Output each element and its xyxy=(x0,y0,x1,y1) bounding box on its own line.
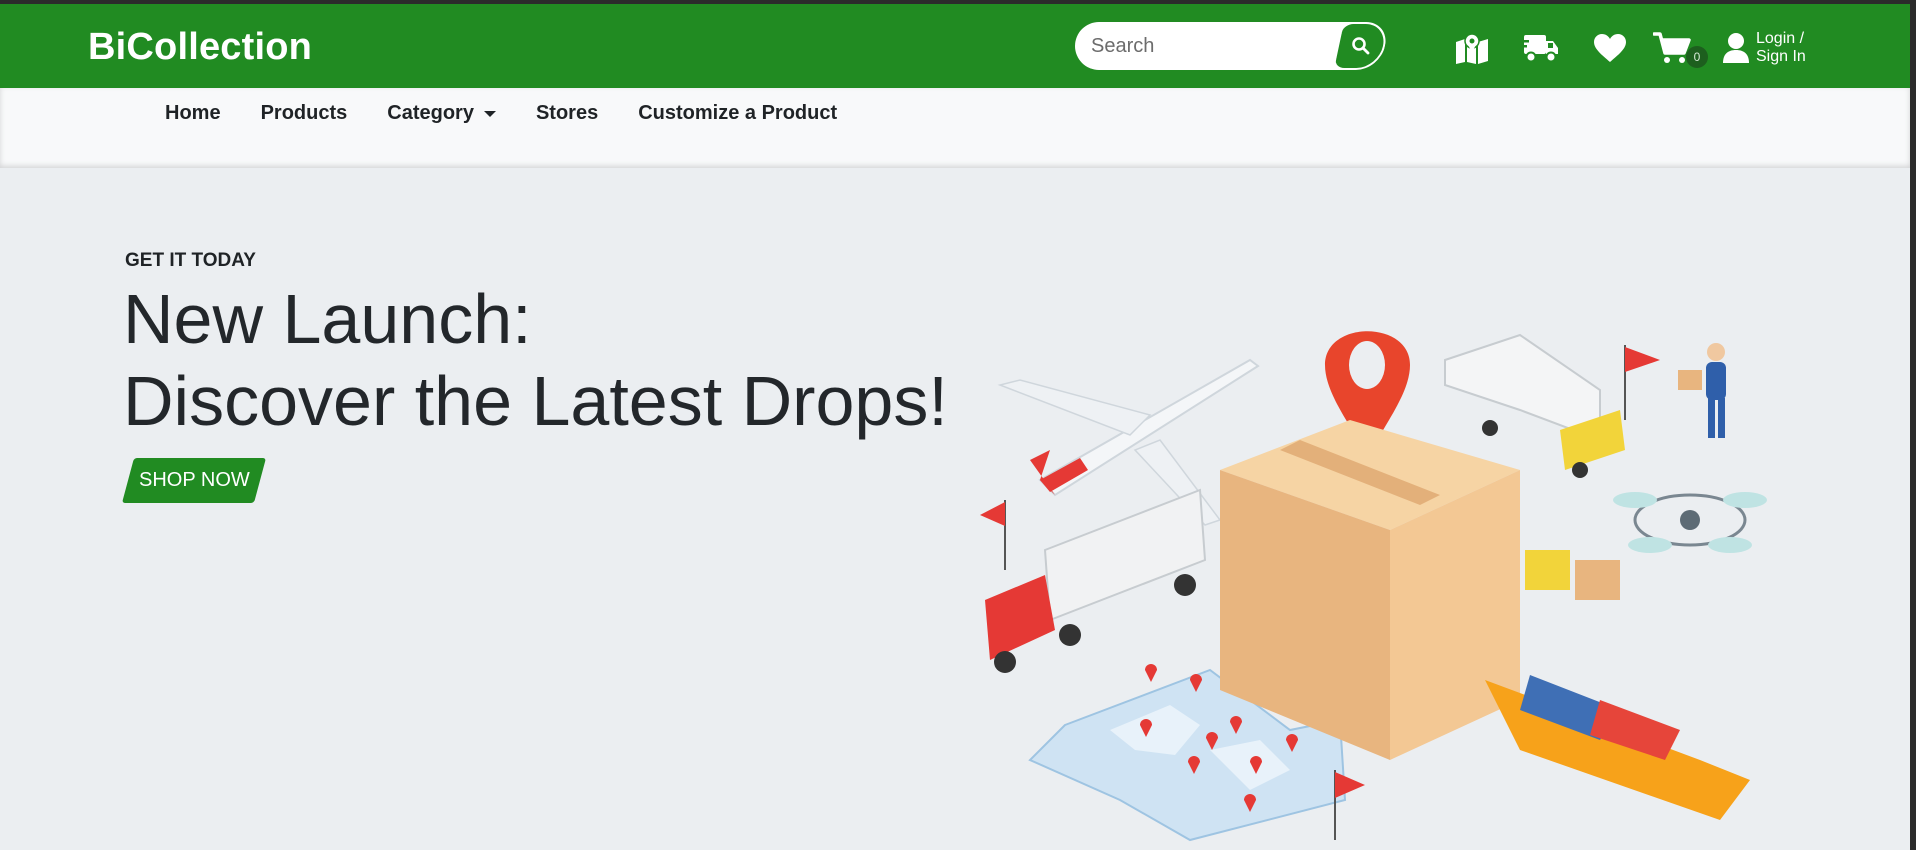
airplane-graphic xyxy=(997,358,1260,526)
nav-item-category-label: Category xyxy=(387,102,474,124)
drone-graphic xyxy=(1613,492,1767,553)
nav-item-home[interactable]: Home xyxy=(165,102,221,125)
login-signin-link[interactable]: Login / Sign In xyxy=(1722,30,1816,66)
hero-headline-line2: Discover the Latest Drops! xyxy=(123,362,948,440)
caret-down-icon xyxy=(483,110,496,117)
track-delivery-button[interactable] xyxy=(1520,30,1560,66)
window-scrollbar[interactable] xyxy=(1910,0,1916,850)
map-location-icon xyxy=(1456,33,1488,64)
login-label-line2: Sign In xyxy=(1756,48,1806,65)
forklift-graphic xyxy=(1525,550,1620,600)
site-header: BiCollection Search 0 Login / Sign In xyxy=(0,4,1910,88)
user-icon xyxy=(1723,33,1749,63)
hero-headline: New Launch: Discover the Latest Drops! xyxy=(123,278,948,442)
logistics-illustration xyxy=(980,331,1767,842)
search-input[interactable] xyxy=(1075,22,1355,70)
nav-item-customize-label: Customize a Product xyxy=(638,102,838,124)
delivery-truck-icon xyxy=(1520,35,1558,63)
login-label-line1: Login / xyxy=(1756,30,1805,47)
shop-now-label: SHOP NOW xyxy=(138,469,250,491)
nav-item-customize[interactable]: Customize a Product xyxy=(638,102,837,125)
nav-item-stores-label: Stores xyxy=(535,102,599,124)
store-locator-button[interactable] xyxy=(1452,30,1492,66)
cardboard-box-graphic xyxy=(1220,420,1520,760)
nav-item-stores[interactable]: Stores xyxy=(536,102,598,125)
nav-item-products[interactable]: Products xyxy=(261,102,348,125)
cargo-ship-graphic xyxy=(1485,675,1750,820)
hero-eyebrow: GET IT TODAY xyxy=(125,250,256,271)
nav-item-home-label: Home xyxy=(165,102,221,124)
cart-count-badge: 0 xyxy=(1686,46,1708,68)
heart-icon xyxy=(1594,34,1626,62)
delivery-worker-graphic xyxy=(1678,343,1726,438)
main-navigation: Home Products Category Stores Customize … xyxy=(0,88,1910,168)
shop-now-button[interactable]: SHOP NOW xyxy=(121,458,267,503)
search-bar xyxy=(1075,22,1391,70)
red-truck-graphic xyxy=(985,488,1207,673)
search-button[interactable] xyxy=(1333,22,1391,70)
nav-item-category[interactable]: Category xyxy=(387,102,496,125)
hero-headline-line1: New Launch: xyxy=(123,280,532,358)
brand-logo[interactable]: BiCollection xyxy=(88,26,312,69)
cart-icon xyxy=(1653,32,1691,63)
login-label: Login / Sign In xyxy=(1756,30,1816,66)
nav-item-products-label: Products xyxy=(260,102,348,124)
search-icon xyxy=(1352,37,1370,55)
wishlist-button[interactable] xyxy=(1590,30,1630,66)
